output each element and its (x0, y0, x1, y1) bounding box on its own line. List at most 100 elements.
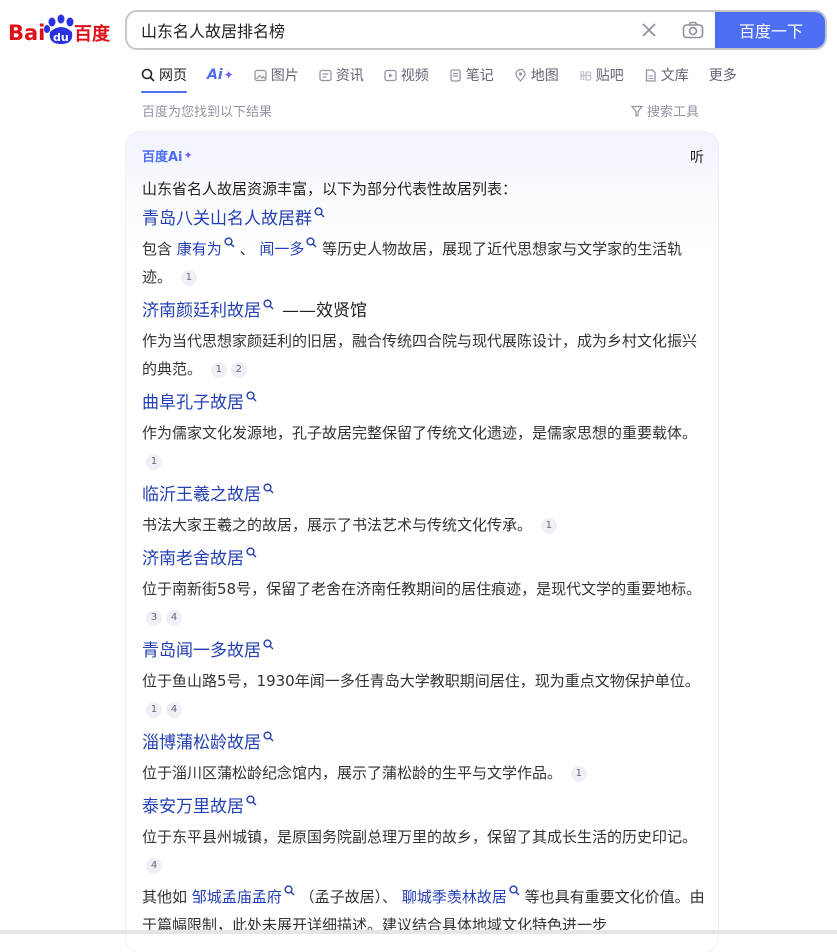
magnifier-icon (263, 473, 274, 505)
tab-notes[interactable]: 笔记 (449, 61, 494, 89)
item-description: 包含 康有为 、 闻一多 等历史人物故居，展现了近代思想家与文学家的生活轨迹。 … (142, 235, 708, 291)
item-description: 位于淄川区蒲松龄纪念馆内，展示了蒲松龄的生平与文学作品。 1 (142, 759, 708, 787)
item-description: 位于南新街58号，保留了老舍在济南任教期间的居住痕迹，是现代文学的重要地标。 3… (142, 575, 708, 631)
search-box: 百度一下 (125, 10, 827, 50)
tab-label: 更多 (708, 68, 737, 84)
tab-map[interactable]: 地图 (514, 61, 559, 89)
news-icon (319, 69, 332, 82)
magnifier-icon (263, 289, 274, 321)
svg-text:du: du (53, 31, 69, 44)
item-title-link[interactable]: 淄博蒲松龄故居 (142, 727, 708, 759)
link-text: 邹城孟庙孟府 (191, 888, 282, 906)
item-title-text: 青岛闻一多故居 (142, 641, 261, 661)
magnifier-icon (284, 877, 295, 905)
item-title-link[interactable]: 泰安万里故居 (142, 791, 708, 823)
citation-badge[interactable]: 1 (570, 765, 587, 782)
link-text: 闻一多 (259, 240, 305, 258)
tab-news[interactable]: 资讯 (319, 61, 364, 89)
citation-badge[interactable]: 2 (230, 361, 247, 378)
desc-text: 位于东平县州城镇，是原国务院副总理万里的故乡，保留了其成长生活的历史印记。 (142, 828, 698, 846)
item-title-link[interactable]: 济南颜廷利故居 ——效贤馆 (142, 295, 708, 327)
tieba-icon (579, 69, 592, 82)
inline-search-link[interactable]: 聊城季羡林故居 (401, 885, 520, 906)
magnifier-icon (246, 537, 257, 569)
tab-tieba[interactable]: 贴吧 (579, 61, 624, 89)
desc-text: （孟子故居）、 (294, 888, 402, 906)
search-input[interactable] (127, 12, 627, 48)
citation-badge[interactable]: 1 (540, 517, 557, 534)
item-description: 作为当代思想家颜廷利的旧居，融合传统四合院与现代展陈设计，成为乡村文化振兴的典范… (142, 327, 708, 383)
ai-card-header: 百度Ai ✦ (142, 146, 193, 165)
clear-icon[interactable] (627, 12, 671, 48)
tab-label: 笔记 (465, 68, 494, 84)
desc-text: 位于鱼山路5号，1930年闻一多任青岛大学教职期间居住，现为重点文物保护单位。 (142, 672, 700, 690)
citation-badge[interactable]: 3 (146, 609, 162, 626)
item-title-text: 济南老舍故居 (142, 549, 244, 569)
ai-brand-label: 百度Ai (142, 150, 183, 165)
tab-wenku[interactable]: 文库 (644, 61, 689, 89)
tab-label: 贴吧 (595, 68, 624, 84)
tab-web[interactable]: 网页 (141, 61, 187, 93)
magnifier-icon (246, 381, 257, 413)
tab-more[interactable]: 更多 (709, 61, 737, 89)
tab-label: Ai (207, 67, 223, 83)
item-title-suffix: ——效贤馆 (282, 301, 367, 321)
inline-search-link[interactable]: 康有为 (177, 237, 235, 258)
tab-label: 视频 (400, 68, 429, 84)
note-icon (449, 68, 462, 82)
citation-badge[interactable]: 1 (146, 701, 162, 718)
image-icon (254, 69, 267, 82)
search-icon (141, 68, 155, 82)
citation-badge[interactable]: 4 (146, 857, 162, 874)
link-text: 聊城季羡林故居 (401, 888, 507, 906)
item-title-link[interactable]: 曲阜孔子故居 (142, 387, 708, 419)
item-title-text: 济南颜廷利故居 (142, 301, 261, 321)
item-title-text: 曲阜孔子故居 (142, 393, 244, 413)
inline-search-link[interactable]: 邹城孟庙孟府 (191, 885, 295, 906)
filter-icon (631, 105, 643, 117)
desc-text: 包含 (142, 240, 177, 258)
search-tools-button[interactable]: 搜索工具 (631, 101, 699, 120)
svg-text:Bai: Bai (8, 21, 45, 45)
listen-button[interactable]: 听 (690, 147, 704, 167)
magnifier-icon (509, 877, 520, 905)
tab-video[interactable]: 视频 (384, 61, 429, 89)
ai-answer-card: 百度Ai ✦ 听 山东省名人故居资源丰富，以下为部分代表性故居列表： 青岛八关山… (126, 132, 718, 952)
item-description: 位于东平县州城镇，是原国务院副总理万里的故乡，保留了其成长生活的历史印记。 4 (142, 823, 708, 879)
citation-badge[interactable]: 4 (166, 701, 182, 718)
tab-label: 网页 (159, 68, 187, 84)
ai-answer-content: 山东省名人故居资源丰富，以下为部分代表性故居列表： 青岛八关山名人故居群 包含 … (142, 175, 708, 943)
search-button[interactable]: 百度一下 (715, 12, 825, 48)
search-tabs: 网页 Ai ✦ 图片 资讯 视频 笔记 地图 贴吧 文库 更多 (141, 60, 757, 93)
citation-badge[interactable]: 1 (210, 361, 227, 378)
citation-badge[interactable]: 4 (166, 609, 182, 626)
doc-icon (644, 68, 657, 82)
camera-icon[interactable] (671, 12, 715, 48)
svg-text:百度: 百度 (74, 23, 111, 45)
citation-badge[interactable]: 1 (146, 453, 162, 470)
desc-text: 其他如 (142, 888, 192, 906)
inline-search-link[interactable]: 闻一多 (259, 237, 317, 258)
ai-sparkle-icon: ✦ (223, 68, 234, 82)
desc-text: 、 (234, 240, 260, 258)
item-description: 作为儒家文化发源地，孔子故居完整保留了传统文化遗迹，是儒家思想的重要载体。 1 (142, 419, 708, 475)
item-description: 位于鱼山路5号，1930年闻一多任青岛大学教职期间居住，现为重点文物保护单位。 … (142, 667, 708, 723)
magnifier-icon (263, 629, 274, 661)
video-icon (384, 69, 397, 82)
citation-badge[interactable]: 1 (180, 269, 197, 286)
item-title-link[interactable]: 临沂王羲之故居 (142, 479, 708, 511)
magnifier-icon (224, 229, 235, 257)
tab-ai[interactable]: Ai ✦ (207, 61, 234, 89)
baidu-logo-icon: Bai du 百度 (8, 14, 111, 45)
tab-images[interactable]: 图片 (254, 61, 299, 89)
item-title-link[interactable]: 济南老舍故居 (142, 543, 708, 575)
desc-text: 作为儒家文化发源地，孔子故居完整保留了传统文化遗迹，是儒家思想的重要载体。 (142, 424, 698, 442)
baidu-logo[interactable]: Bai du 百度 (8, 14, 112, 46)
item-title-link[interactable]: 青岛闻一多故居 (142, 635, 708, 667)
tab-label: 图片 (270, 68, 299, 84)
item-title-text: 泰安万里故居 (142, 797, 244, 817)
result-count-text: 百度为您找到以下结果 (142, 105, 273, 120)
page-bottom-divider (0, 930, 837, 934)
tab-label: 地图 (530, 68, 559, 84)
magnifier-icon (306, 229, 317, 257)
